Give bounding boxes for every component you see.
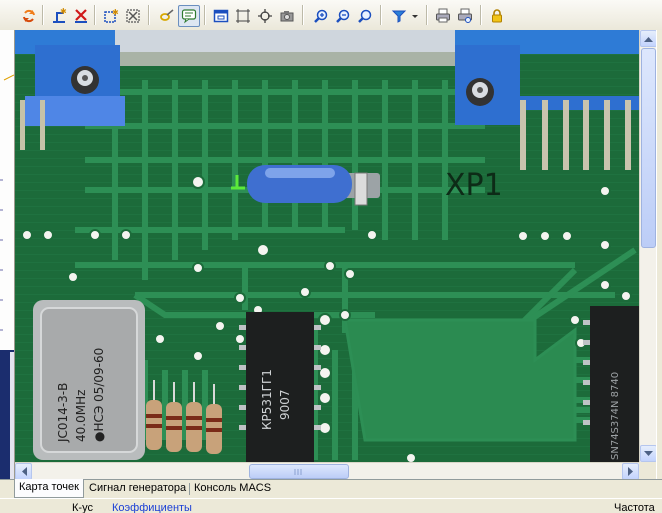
chevron-right-icon — [627, 467, 633, 476]
right-panel-edge — [656, 30, 662, 482]
add-region-button[interactable]: ✱ — [100, 5, 122, 27]
crystal-line-3: ●НСЭ 05/09-60 — [92, 348, 106, 442]
horizontal-scroll-thumb[interactable] — [249, 464, 349, 479]
chip-right-label: SN74S374N 8740 — [610, 372, 621, 460]
delete-marker-button[interactable] — [70, 5, 92, 27]
zoom-in-button[interactable] — [310, 5, 332, 27]
horizontal-scrollbar[interactable] — [15, 462, 639, 480]
select-area-icon — [236, 9, 250, 23]
tab-map[interactable]: Карта точек — [14, 479, 84, 498]
chip-label-1: КР531ГГ1 — [260, 369, 274, 430]
tab-console[interactable]: Консоль MACS — [190, 480, 275, 497]
lock-button[interactable] — [486, 5, 508, 27]
left-panel-edge — [0, 30, 15, 482]
fit-window-icon — [213, 9, 229, 23]
camera-icon — [280, 11, 294, 22]
delete-marker-icon — [75, 9, 87, 23]
chevron-down-icon — [644, 450, 653, 456]
gain-label: К-ус — [72, 502, 93, 513]
zoom-actual-button[interactable] — [354, 5, 376, 27]
lock-icon — [492, 9, 502, 23]
chip-label-2: 9007 — [278, 389, 292, 420]
move-button[interactable] — [254, 5, 276, 27]
toolbar: ✱ ✱ — [0, 0, 662, 31]
pcb-image-view[interactable]: ХР1 ЈС014-3-В 40.0MHz ●НСЭ 05/09-60 КР53… — [15, 30, 639, 462]
comment-button[interactable] — [178, 5, 200, 27]
scroll-up-button[interactable] — [640, 30, 657, 47]
link-icon — [160, 9, 174, 21]
add-marker-button[interactable]: ✱ — [48, 5, 70, 27]
vertical-scroll-thumb[interactable] — [641, 48, 656, 248]
move-icon — [258, 9, 272, 23]
filter-icon — [391, 10, 418, 23]
comment-icon — [181, 9, 197, 24]
scroll-left-button[interactable] — [15, 463, 32, 480]
connector-label: ХР1 — [445, 168, 503, 203]
crystal-line-1: ЈС014-3-В — [56, 383, 70, 443]
scroll-down-button[interactable] — [640, 445, 657, 462]
fit-window-button[interactable] — [210, 5, 232, 27]
refresh-icon — [23, 9, 35, 23]
tab-generator-label: Сигнал генератора — [89, 482, 187, 494]
svg-text:✱: ✱ — [60, 8, 67, 16]
print-button[interactable] — [432, 5, 454, 27]
scroll-right-button[interactable] — [622, 463, 639, 480]
scrollbar-corner — [639, 462, 657, 479]
svg-text:✱: ✱ — [112, 8, 119, 17]
bottom-panel: К-ус Коэффициенты Частота — [0, 498, 662, 513]
zoom-actual-icon — [358, 9, 372, 23]
tab-map-label: Карта точек — [19, 481, 79, 493]
view-tabs: Карта точек Сигнал генератора Консоль MA… — [0, 479, 662, 499]
print-preview-icon — [458, 8, 472, 23]
delete-region-icon — [126, 9, 140, 23]
zoom-out-icon — [336, 9, 350, 23]
camera-button[interactable] — [276, 5, 298, 27]
frequency-label: Частота — [614, 502, 655, 513]
chevron-left-icon — [21, 467, 27, 476]
add-marker-icon: ✱ — [53, 8, 67, 23]
tab-console-label: Консоль MACS — [194, 482, 272, 494]
zoom-out-button[interactable] — [332, 5, 354, 27]
delete-region-button[interactable] — [122, 5, 144, 27]
print-preview-button[interactable] — [454, 5, 476, 27]
chevron-up-icon — [644, 36, 653, 42]
coefficients-link[interactable]: Коэффициенты — [112, 502, 192, 513]
tab-generator[interactable]: Сигнал генератора — [85, 480, 190, 497]
refresh-button[interactable] — [18, 5, 40, 27]
vertical-scrollbar[interactable] — [639, 30, 657, 462]
filter-button[interactable] — [388, 5, 422, 27]
select-area-button[interactable] — [232, 5, 254, 27]
grip-icon — [294, 469, 302, 475]
print-icon — [436, 8, 450, 23]
zoom-in-icon — [314, 9, 328, 23]
link-button[interactable] — [156, 5, 178, 27]
add-region-icon: ✱ — [104, 8, 119, 23]
pcb-board: ХР1 ЈС014-3-В 40.0MHz ●НСЭ 05/09-60 КР53… — [15, 30, 639, 462]
crystal-line-2: 40.0MHz — [74, 390, 88, 442]
